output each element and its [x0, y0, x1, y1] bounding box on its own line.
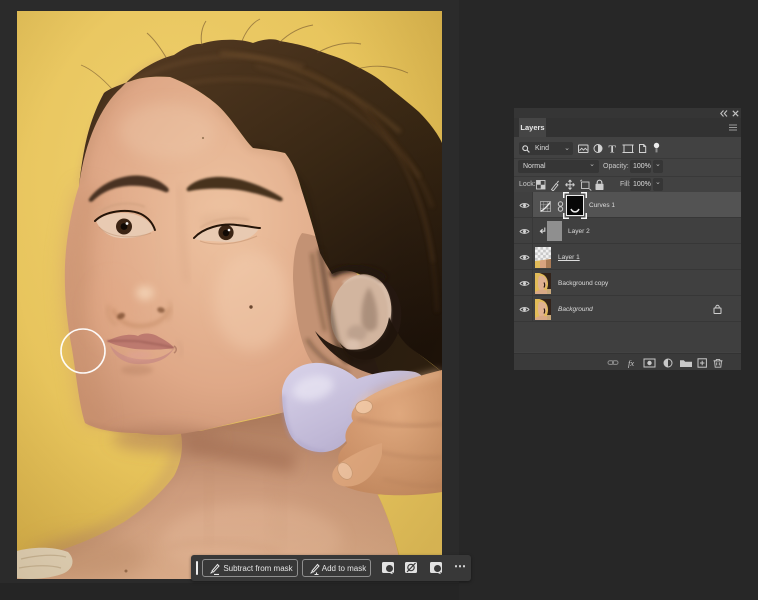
svg-text:fx: fx: [628, 358, 634, 368]
svg-text:T: T: [609, 144, 617, 156]
